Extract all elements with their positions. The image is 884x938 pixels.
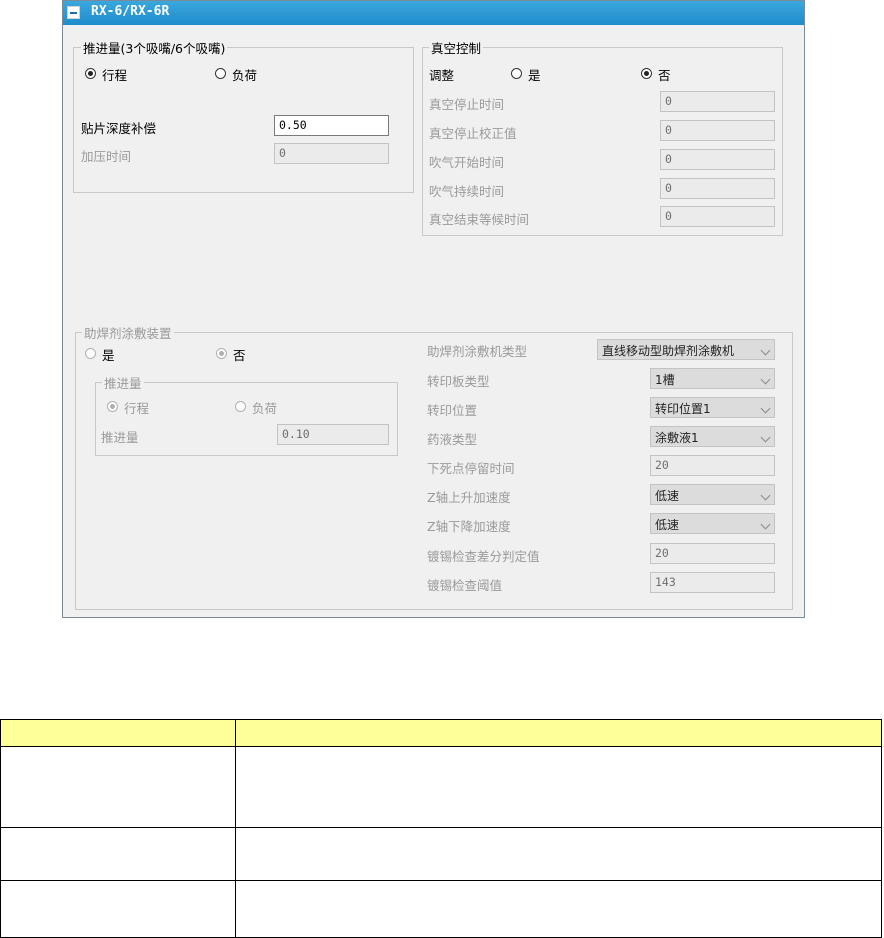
z-down-accel-label: Z轴下降加速度: [427, 519, 511, 534]
flux-machine-type-value: 直线移动型助焊剂涂敷机: [602, 344, 735, 358]
push-amount-legend: 推进量(3个吸嘴/6个吸嘴): [81, 38, 228, 57]
flux-no-radio[interactable]: [216, 348, 227, 359]
z-down-accel-select[interactable]: 低速: [650, 513, 775, 534]
vacuum-stop-time-label: 真空停止时间: [429, 97, 505, 112]
press-time-input[interactable]: 0: [274, 143, 389, 164]
table-cell: [235, 880, 882, 938]
vacuum-yes-label: 是: [528, 68, 541, 83]
depth-compensation-input[interactable]: 0.50: [274, 115, 389, 136]
vacuum-no-label: 否: [658, 68, 671, 83]
tin-diff-threshold-label: 镀锡检查差分判定值: [427, 549, 540, 564]
window-title: RX-6/RX-6R: [91, 4, 170, 19]
transfer-plate-type-value: 1槽: [655, 373, 675, 387]
chevron-down-icon: [760, 403, 771, 414]
vacuum-stop-correction-input[interactable]: 0: [660, 120, 775, 141]
table-cell: [0, 746, 236, 828]
chevron-down-icon: [760, 374, 771, 385]
flux-push-load-label: 负荷: [252, 401, 278, 416]
flux-push-load-radio[interactable]: [235, 401, 246, 412]
blow-duration-input[interactable]: 0: [660, 178, 775, 199]
push-load-label: 负荷: [232, 68, 258, 83]
flux-yes-label: 是: [102, 348, 115, 363]
vacuum-yes-radio[interactable]: [511, 68, 522, 79]
vacuum-adjust-label: 调整: [429, 68, 455, 83]
vacuum-end-wait-label: 真空结束等候时间: [429, 212, 530, 227]
table-cell: [0, 827, 236, 881]
flux-coating-legend: 助焊剂涂敷装置: [82, 323, 174, 342]
table-cell: [0, 880, 236, 938]
blow-start-time-input[interactable]: 0: [660, 149, 775, 170]
tin-check-threshold-label: 镀锡检查阈值: [427, 578, 503, 593]
liquid-type-label: 药液类型: [427, 432, 478, 447]
flux-yes-radio[interactable]: [85, 348, 96, 359]
bottom-dwell-time-input[interactable]: 20: [650, 455, 775, 476]
collapse-icon[interactable]: [67, 6, 80, 19]
table-row: [0, 746, 882, 828]
depth-compensation-label: 贴片深度补偿: [81, 121, 157, 136]
liquid-type-select[interactable]: 涂敷液1: [650, 426, 775, 447]
chevron-down-icon: [760, 519, 771, 530]
vacuum-no-radio[interactable]: [641, 68, 652, 79]
flux-machine-type-label: 助焊剂涂敷机类型: [427, 344, 528, 359]
push-stroke-radio[interactable]: [85, 68, 96, 79]
transfer-position-value: 转印位置1: [655, 402, 711, 416]
settings-window: RX-6/RX-6R 推进量(3个吸嘴/6个吸嘴) 行程 负荷 贴片深度补偿 0…: [62, 0, 805, 618]
chevron-down-icon: [760, 432, 771, 443]
push-load-radio[interactable]: [215, 68, 226, 79]
liquid-type-value: 涂敷液1: [655, 431, 699, 445]
push-stroke-label: 行程: [102, 68, 128, 83]
flux-push-amount-input[interactable]: 0.10: [277, 424, 389, 445]
flux-push-stroke-label: 行程: [124, 401, 150, 416]
bottom-dwell-time-label: 下死点停留时间: [427, 461, 515, 476]
vacuum-stop-correction-label: 真空停止校正值: [429, 126, 517, 141]
z-up-accel-select[interactable]: 低速: [650, 484, 775, 505]
transfer-plate-type-select[interactable]: 1槽: [650, 368, 775, 389]
tin-diff-threshold-input[interactable]: 20: [650, 543, 775, 564]
transfer-plate-type-label: 转印板类型: [427, 374, 490, 389]
table-row: [0, 827, 882, 881]
z-up-accel-label: Z轴上升加速度: [427, 490, 511, 505]
chevron-down-icon: [760, 345, 771, 356]
tin-check-threshold-input[interactable]: 143: [650, 572, 775, 593]
flux-push-legend: 推进量: [102, 373, 144, 392]
press-time-label: 加压时间: [81, 149, 132, 164]
table-header-cell: [235, 719, 882, 747]
vacuum-control-legend: 真空控制: [429, 38, 484, 57]
transfer-position-label: 转印位置: [427, 403, 478, 418]
flux-machine-type-select[interactable]: 直线移动型助焊剂涂敷机: [597, 339, 775, 360]
table-header-cell: [0, 719, 236, 747]
flux-no-label: 否: [233, 348, 246, 363]
table-header-row: [0, 719, 882, 747]
description-table: [0, 719, 882, 938]
vacuum-end-wait-input[interactable]: 0: [660, 206, 775, 227]
title-bar: RX-6/RX-6R: [63, 1, 804, 25]
table-row: [0, 880, 882, 938]
table-cell: [235, 827, 882, 881]
transfer-position-select[interactable]: 转印位置1: [650, 397, 775, 418]
chevron-down-icon: [760, 490, 771, 501]
z-down-accel-value: 低速: [655, 518, 680, 532]
flux-push-stroke-radio[interactable]: [107, 401, 118, 412]
blow-start-time-label: 吹气开始时间: [429, 155, 505, 170]
vacuum-stop-time-input[interactable]: 0: [660, 91, 775, 112]
table-cell: [235, 746, 882, 828]
z-up-accel-value: 低速: [655, 489, 680, 503]
flux-push-amount-label: 推进量: [101, 430, 139, 445]
blow-duration-label: 吹气持续时间: [429, 184, 505, 199]
